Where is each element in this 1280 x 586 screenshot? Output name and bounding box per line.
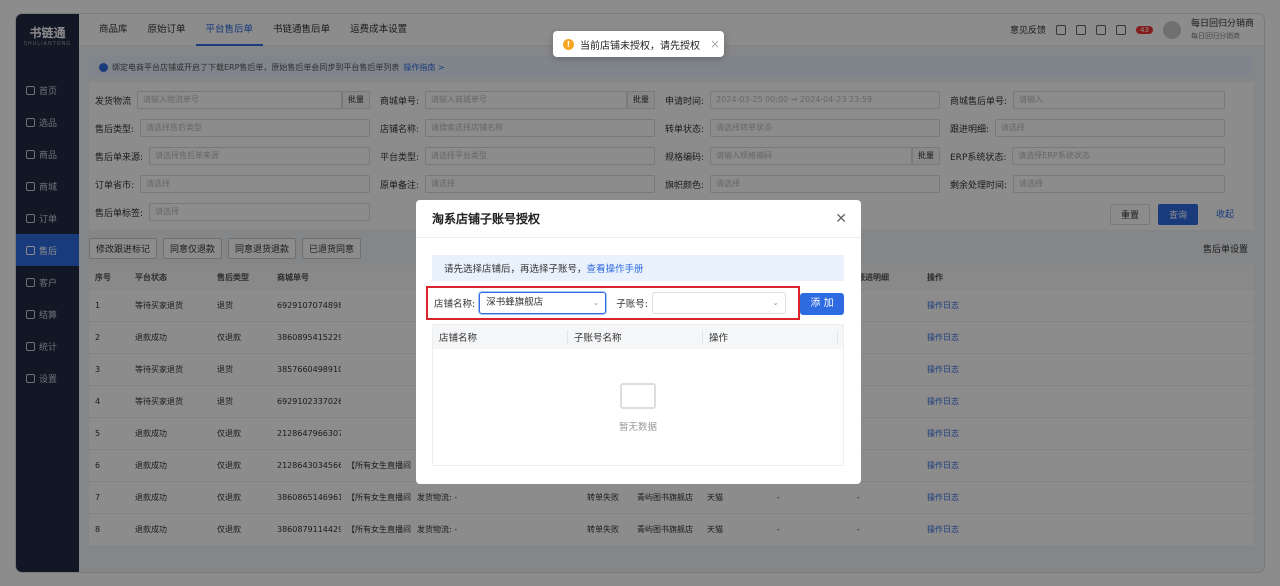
column-header: 子账号名称: [568, 330, 703, 344]
empty-text: 暂无数据: [618, 422, 657, 433]
add-button[interactable]: 添 加: [800, 293, 844, 315]
auth-modal: 淘系店铺子账号授权 ✕ 请先选择店铺后，再选择子账号， 查看操作手册 店铺名称: …: [416, 200, 861, 484]
close-icon[interactable]: ✕: [835, 211, 847, 227]
chevron-down-icon: ⌄: [772, 298, 779, 307]
modal-title: 淘系店铺子账号授权: [416, 200, 861, 238]
auth-form: 店铺名称: 深书蜂旗舰店 ⌄ 子账号: ⌄: [426, 286, 800, 320]
info-text: 请先选择店铺后，再选择子账号，: [444, 264, 587, 275]
shop-label: 店铺名称:: [434, 299, 476, 310]
subaccount-table: 店铺名称 子账号名称 操作 暂无数据: [432, 324, 844, 466]
subaccount-select[interactable]: ⌄: [651, 292, 786, 314]
column-header: 店铺名称: [433, 330, 568, 344]
column-header: 操作: [703, 330, 838, 344]
shop-select[interactable]: 深书蜂旗舰店 ⌄: [479, 292, 607, 314]
manual-link[interactable]: 查看操作手册: [587, 261, 644, 275]
shop-value: 深书蜂旗舰店: [486, 297, 544, 308]
close-icon[interactable]: ×: [710, 37, 720, 51]
warning-icon: !: [563, 38, 574, 50]
empty-state: 暂无数据: [433, 383, 843, 433]
empty-box-icon: [620, 383, 656, 409]
modal-info: 请先选择店铺后，再选择子账号， 查看操作手册: [432, 255, 844, 281]
toast-text: 当前店铺未授权，请先授权: [580, 40, 700, 52]
subaccount-label: 子账号:: [616, 299, 648, 310]
chevron-down-icon: ⌄: [592, 298, 600, 307]
toast: ! 当前店铺未授权，请先授权 ×: [553, 31, 724, 57]
